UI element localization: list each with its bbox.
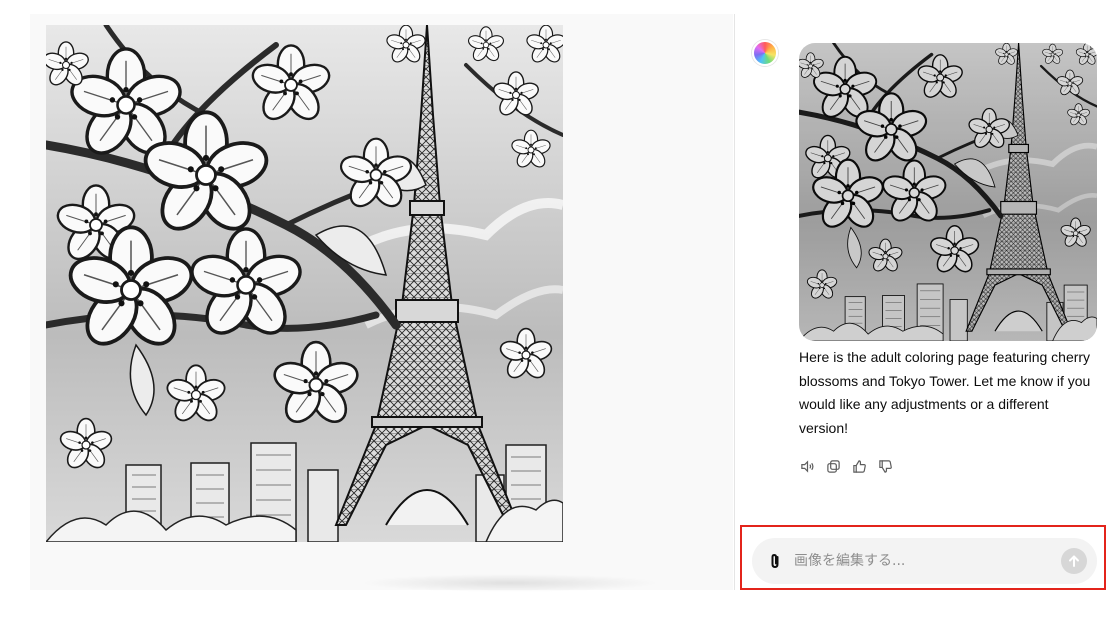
composer — [752, 538, 1097, 584]
chat-panel: Here is the adult coloring page featurin… — [735, 14, 1116, 590]
paperclip-icon[interactable] — [766, 552, 784, 570]
generated-image-thumbnail[interactable] — [799, 43, 1097, 341]
read-aloud-icon[interactable] — [799, 458, 815, 474]
thumbs-up-icon[interactable] — [851, 458, 867, 474]
edit-image-input[interactable] — [794, 538, 1054, 584]
assistant-message: Here is the adult coloring page featurin… — [799, 349, 1091, 436]
arrow-up-icon[interactable] — [1061, 548, 1087, 574]
assistant-avatar-icon — [752, 40, 778, 66]
copy-icon[interactable] — [825, 458, 841, 474]
image-viewer-panel — [30, 14, 733, 592]
viewer-shadow — [360, 574, 660, 592]
message-actions — [799, 458, 893, 474]
coloring-page-image[interactable] — [46, 25, 563, 542]
thumbs-down-icon[interactable] — [877, 458, 893, 474]
